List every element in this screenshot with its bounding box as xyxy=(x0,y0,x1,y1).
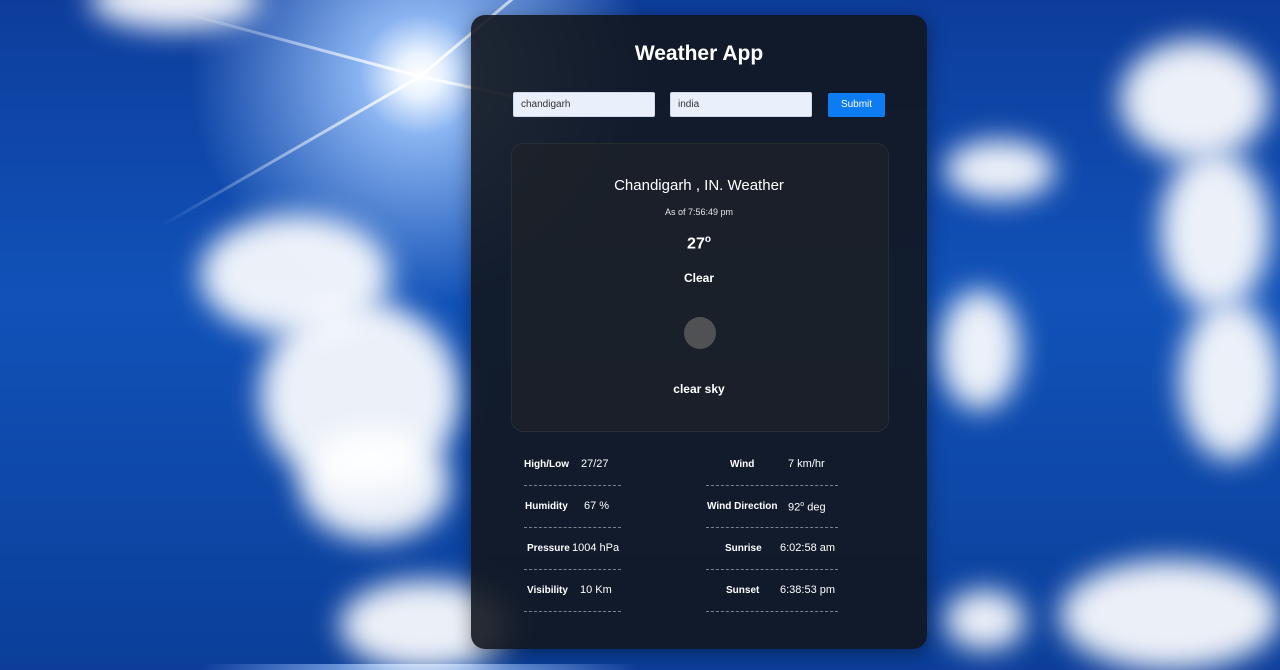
humidity-value: 67 % xyxy=(584,500,610,512)
city-input[interactable] xyxy=(513,92,655,117)
as-of-time: As of 7:56:49 pm xyxy=(664,207,734,217)
location-title: Chandigarh , IN. Weather xyxy=(614,177,784,194)
weather-description: clear sky xyxy=(673,382,725,396)
sunrise-label: Sunrise xyxy=(725,543,762,554)
pressure-value: 1004 hPa xyxy=(572,542,620,554)
wind-direction-unit: deg xyxy=(804,501,826,514)
divider xyxy=(524,527,621,528)
divider xyxy=(524,485,621,486)
wind-value: 7 km/hr xyxy=(788,458,825,470)
sunrise-value: 6:02:58 am xyxy=(780,542,836,554)
wind-direction-number: 92 xyxy=(788,501,801,514)
divider xyxy=(524,611,621,612)
visibility-label: Visibility xyxy=(527,585,568,596)
wind-direction-value: 92o deg xyxy=(788,501,826,514)
humidity-label: Humidity xyxy=(525,501,568,512)
high-low-value: 27/27 xyxy=(581,458,609,470)
app-title: Weather App xyxy=(634,42,764,65)
wind-direction-label: Wind Direction xyxy=(707,501,778,512)
divider xyxy=(706,611,838,612)
divider xyxy=(706,569,838,570)
submit-button[interactable]: Submit xyxy=(828,93,885,117)
visibility-value: 10 Km xyxy=(580,584,612,596)
wind-label: Wind xyxy=(730,459,755,470)
high-low-label: High/Low xyxy=(524,459,569,470)
sunset-value: 6:38:53 pm xyxy=(780,584,836,596)
temperature-value: 27 xyxy=(687,235,705,253)
pressure-label: Pressure xyxy=(527,543,570,554)
sunset-label: Sunset xyxy=(726,585,760,596)
temperature: 27o xyxy=(511,234,887,253)
clear-sky-icon xyxy=(684,317,716,349)
condition: Clear xyxy=(683,271,715,285)
divider xyxy=(524,569,621,570)
degree-symbol: o xyxy=(704,234,711,245)
divider xyxy=(706,485,838,486)
divider xyxy=(706,527,838,528)
country-input[interactable] xyxy=(670,92,812,117)
